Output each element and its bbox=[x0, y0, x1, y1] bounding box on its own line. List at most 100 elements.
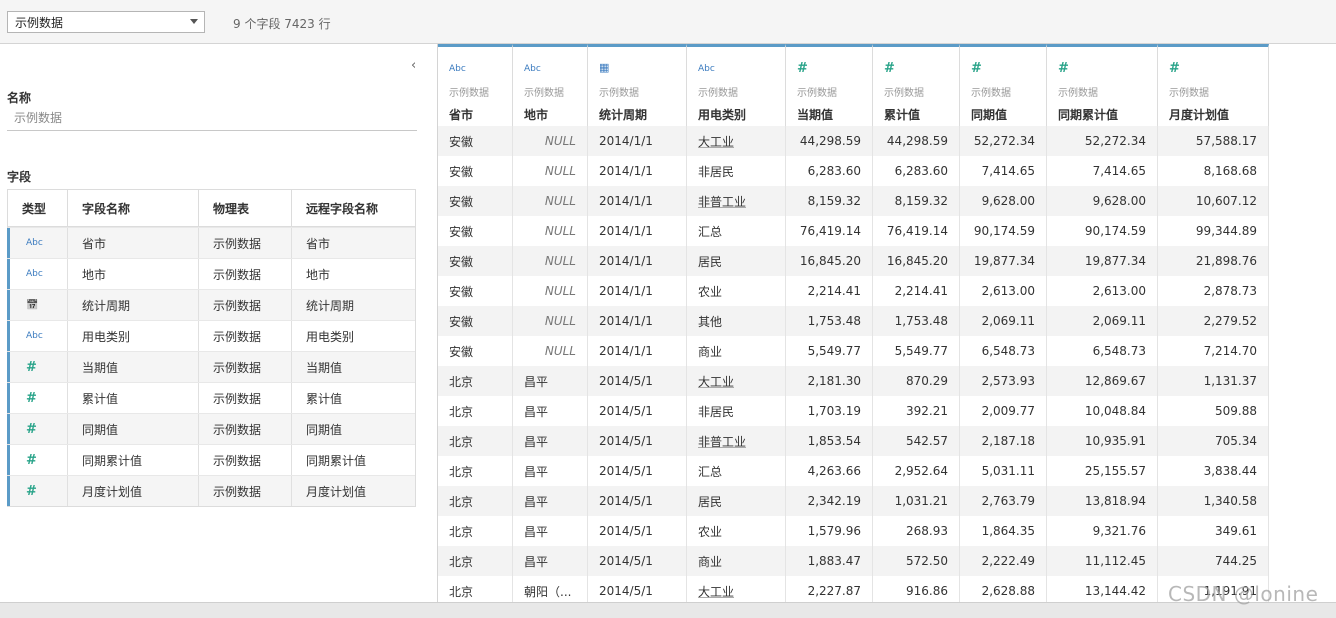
cell-same-period-value[interactable]: 5,031.11 bbox=[960, 456, 1047, 486]
cell-city[interactable]: 昌平 bbox=[513, 516, 588, 546]
cell-monthly-plan-value[interactable]: 1,131.37 bbox=[1158, 366, 1269, 396]
cell-category[interactable]: 商业 bbox=[687, 336, 786, 366]
table-row[interactable]: 安徽 NULL 2014/1/1 其他 1,753.48 1,753.48 2,069.11… bbox=[438, 306, 1269, 336]
cell-category[interactable]: 汇总 bbox=[687, 216, 786, 246]
cell-same-period-cumulative-value[interactable]: 10,048.84 bbox=[1047, 396, 1158, 426]
cell-period[interactable]: 2014/1/1 bbox=[588, 186, 687, 216]
table-row[interactable]: 安徽 NULL 2014/1/1 商业 5,549.77 5,549.77 6,548.73… bbox=[438, 336, 1269, 366]
field-row[interactable]: # 累计值 示例数据 累计值 bbox=[7, 382, 415, 413]
cell-province[interactable]: 北京 bbox=[438, 516, 513, 546]
cell-same-period-value[interactable]: 1,864.35 bbox=[960, 516, 1047, 546]
cell-category[interactable]: 其他 bbox=[687, 306, 786, 336]
cell-province[interactable]: 安徽 bbox=[438, 156, 513, 186]
cell-period[interactable]: 2014/5/1 bbox=[588, 486, 687, 516]
cell-province[interactable]: 安徽 bbox=[438, 216, 513, 246]
cell-period[interactable]: 2014/5/1 bbox=[588, 396, 687, 426]
cell-same-period-cumulative-value[interactable]: 11,112.45 bbox=[1047, 546, 1158, 576]
table-row[interactable]: 安徽 NULL 2014/1/1 农业 2,214.41 2,214.41 2,613.00… bbox=[438, 276, 1269, 306]
cell-city[interactable]: NULL bbox=[513, 276, 588, 306]
table-row[interactable]: 安徽 NULL 2014/1/1 非普工业 8,159.32 8,159.32 9,628.… bbox=[438, 186, 1269, 216]
cell-cumulative-value[interactable]: 6,283.60 bbox=[873, 156, 960, 186]
string-type-icon[interactable]: Abc bbox=[524, 64, 541, 74]
field-name-cell[interactable]: 累计值 bbox=[68, 383, 199, 413]
cell-monthly-plan-value[interactable]: 10,607.12 bbox=[1158, 186, 1269, 216]
cell-city[interactable]: 朝阳（... bbox=[513, 576, 588, 602]
field-type-cell[interactable]: # bbox=[8, 352, 68, 382]
cell-same-period-cumulative-value[interactable]: 9,321.76 bbox=[1047, 516, 1158, 546]
column-header-physical-table[interactable]: 物理表 bbox=[199, 190, 292, 226]
cell-period[interactable]: 2014/1/1 bbox=[588, 276, 687, 306]
cell-period[interactable]: 2014/1/1 bbox=[588, 306, 687, 336]
cell-same-period-value[interactable]: 2,069.11 bbox=[960, 306, 1047, 336]
column-header-category[interactable]: Abc 示例数据 用电类别 bbox=[687, 44, 786, 126]
cell-category[interactable]: 非居民 bbox=[687, 396, 786, 426]
cell-same-period-value[interactable]: 52,272.34 bbox=[960, 126, 1047, 156]
field-type-cell[interactable]: Abc bbox=[8, 321, 68, 351]
table-row[interactable]: 安徽 NULL 2014/1/1 非居民 6,283.60 6,283.60 7,414.6… bbox=[438, 156, 1269, 186]
field-name-cell[interactable]: 地市 bbox=[68, 259, 199, 289]
cell-same-period-cumulative-value[interactable]: 13,144.42 bbox=[1047, 576, 1158, 602]
cell-category[interactable]: 非居民 bbox=[687, 156, 786, 186]
cell-city[interactable]: 昌平 bbox=[513, 546, 588, 576]
cell-province[interactable]: 北京 bbox=[438, 426, 513, 456]
cell-monthly-plan-value[interactable]: 2,279.52 bbox=[1158, 306, 1269, 336]
cell-cumulative-value[interactable]: 76,419.14 bbox=[873, 216, 960, 246]
cell-same-period-value[interactable]: 7,414.65 bbox=[960, 156, 1047, 186]
table-row[interactable]: 北京 昌平 2014/5/1 居民 2,342.19 1,031.21 2,763.79 13… bbox=[438, 486, 1269, 516]
date-type-icon[interactable]: ▦ bbox=[599, 61, 609, 74]
cell-city[interactable]: NULL bbox=[513, 336, 588, 366]
cell-category[interactable]: 非普工业 bbox=[687, 426, 786, 456]
cell-city[interactable]: NULL bbox=[513, 156, 588, 186]
cell-category[interactable]: 大工业 bbox=[687, 366, 786, 396]
cell-same-period-value[interactable]: 2,628.88 bbox=[960, 576, 1047, 602]
field-type-cell[interactable]: Abc bbox=[8, 259, 68, 289]
string-type-icon[interactable]: Abc bbox=[449, 64, 466, 74]
column-header-cumulative-value[interactable]: # 示例数据 累计值 bbox=[873, 44, 960, 126]
cell-current-value[interactable]: 1,703.19 bbox=[786, 396, 873, 426]
cell-province[interactable]: 安徽 bbox=[438, 306, 513, 336]
field-type-cell[interactable]: # bbox=[8, 445, 68, 475]
cell-cumulative-value[interactable]: 1,031.21 bbox=[873, 486, 960, 516]
field-row[interactable]: # 同期累计值 示例数据 同期累计值 bbox=[7, 444, 415, 475]
column-header-remote-field-name[interactable]: 远程字段名称 bbox=[292, 190, 415, 226]
cell-period[interactable]: 2014/5/1 bbox=[588, 456, 687, 486]
cell-same-period-cumulative-value[interactable]: 19,877.34 bbox=[1047, 246, 1158, 276]
cell-period[interactable]: 2014/1/1 bbox=[588, 156, 687, 186]
cell-period[interactable]: 2014/5/1 bbox=[588, 576, 687, 602]
field-name-cell[interactable]: 当期值 bbox=[68, 352, 199, 382]
cell-province[interactable]: 北京 bbox=[438, 396, 513, 426]
cell-cumulative-value[interactable]: 1,753.48 bbox=[873, 306, 960, 336]
cell-city[interactable]: NULL bbox=[513, 126, 588, 156]
cell-same-period-cumulative-value[interactable]: 10,935.91 bbox=[1047, 426, 1158, 456]
cell-same-period-cumulative-value[interactable]: 25,155.57 bbox=[1047, 456, 1158, 486]
cell-cumulative-value[interactable]: 2,214.41 bbox=[873, 276, 960, 306]
cell-current-value[interactable]: 2,342.19 bbox=[786, 486, 873, 516]
cell-province[interactable]: 北京 bbox=[438, 486, 513, 516]
field-name-cell[interactable]: 统计周期 bbox=[68, 290, 199, 320]
field-row[interactable]: Abc 省市 示例数据 省市 bbox=[7, 227, 415, 258]
cell-period[interactable]: 2014/1/1 bbox=[588, 126, 687, 156]
cell-cumulative-value[interactable]: 5,549.77 bbox=[873, 336, 960, 366]
cell-current-value[interactable]: 6,283.60 bbox=[786, 156, 873, 186]
cell-city[interactable]: NULL bbox=[513, 306, 588, 336]
cell-current-value[interactable]: 2,181.30 bbox=[786, 366, 873, 396]
cell-same-period-value[interactable]: 2,763.79 bbox=[960, 486, 1047, 516]
cell-same-period-cumulative-value[interactable]: 90,174.59 bbox=[1047, 216, 1158, 246]
cell-province[interactable]: 北京 bbox=[438, 546, 513, 576]
cell-current-value[interactable]: 5,549.77 bbox=[786, 336, 873, 366]
cell-monthly-plan-value[interactable]: 99,344.89 bbox=[1158, 216, 1269, 246]
cell-period[interactable]: 2014/5/1 bbox=[588, 546, 687, 576]
cell-category[interactable]: 农业 bbox=[687, 276, 786, 306]
table-row[interactable]: 北京 昌平 2014/5/1 汇总 4,263.66 2,952.64 5,031.11 25… bbox=[438, 456, 1269, 486]
cell-category[interactable]: 大工业 bbox=[687, 576, 786, 602]
cell-city[interactable]: NULL bbox=[513, 216, 588, 246]
cell-city[interactable]: 昌平 bbox=[513, 426, 588, 456]
cell-current-value[interactable]: 1,753.48 bbox=[786, 306, 873, 336]
cell-province[interactable]: 北京 bbox=[438, 456, 513, 486]
field-type-cell[interactable]: # bbox=[8, 476, 68, 506]
cell-monthly-plan-value[interactable]: 1,340.58 bbox=[1158, 486, 1269, 516]
cell-category[interactable]: 居民 bbox=[687, 246, 786, 276]
cell-monthly-plan-value[interactable]: 744.25 bbox=[1158, 546, 1269, 576]
cell-period[interactable]: 2014/5/1 bbox=[588, 426, 687, 456]
table-row[interactable]: 北京 朝阳（... 2014/5/1 大工业 2,227.87 916.86 2,628.8… bbox=[438, 576, 1269, 602]
